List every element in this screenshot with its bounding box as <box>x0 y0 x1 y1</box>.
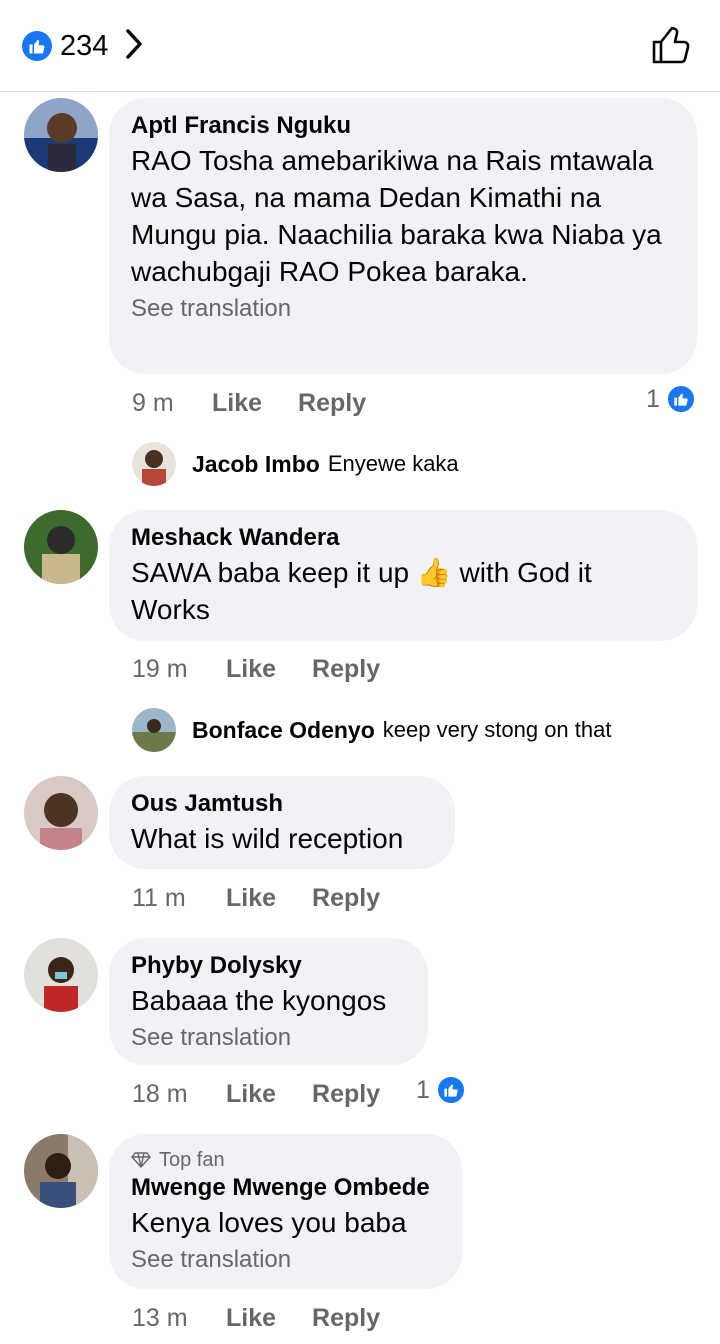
avatar[interactable] <box>132 708 176 752</box>
reaction-count: 234 <box>60 29 109 62</box>
avatar[interactable] <box>24 98 98 172</box>
like-reaction-icon <box>665 384 696 414</box>
reply-button[interactable]: Reply <box>312 655 380 684</box>
avatar[interactable] <box>24 510 98 584</box>
see-translation-link[interactable]: See translation <box>131 292 675 326</box>
reply-button[interactable]: Reply <box>298 389 366 418</box>
see-translation-link[interactable]: See translation <box>131 1021 406 1055</box>
reply-author[interactable]: Bonface Odenyo <box>192 717 375 744</box>
reply-preview[interactable]: Jacob Imbo Enyewe kaka <box>132 441 459 487</box>
avatar[interactable] <box>24 1134 98 1208</box>
comment-bubble: Top fan Mwenge Mwenge Ombede Kenya loves… <box>109 1134 462 1289</box>
top-fan-badge: Top fan <box>131 1148 440 1172</box>
see-translation-link[interactable]: See translation <box>131 1243 440 1277</box>
comment-time: 18 m <box>132 1079 188 1108</box>
comment-author[interactable]: Phyby Dolysky <box>131 950 406 982</box>
avatar[interactable] <box>24 776 98 850</box>
comment-text: SAWA baba keep it up 👍 with God it Works <box>131 557 592 625</box>
reply-author[interactable]: Jacob Imbo <box>192 451 320 478</box>
reply-button[interactable]: Reply <box>312 1304 380 1333</box>
diamond-icon <box>131 1152 151 1168</box>
like-button[interactable]: Like <box>226 884 276 913</box>
comment-text: What is wild reception <box>131 823 404 854</box>
comment-author[interactable]: Meshack Wandera <box>131 522 675 554</box>
like-button[interactable]: Like <box>226 655 276 684</box>
chevron-right-icon <box>124 28 144 65</box>
like-button[interactable]: Like <box>226 1080 276 1109</box>
like-reaction-icon <box>22 31 52 61</box>
reply-button[interactable]: Reply <box>312 884 380 913</box>
comment-time: 11 m <box>132 883 186 912</box>
reactions-summary[interactable]: 234 <box>22 28 144 64</box>
comment-reaction-count[interactable]: 1 <box>416 1075 466 1105</box>
comment-actions: 18 m Like Reply <box>132 1077 416 1111</box>
comment-text: Kenya loves you baba <box>131 1207 407 1238</box>
comment-time: 19 m <box>132 654 188 683</box>
like-reaction-icon <box>435 1075 466 1105</box>
reaction-number: 1 <box>646 384 660 413</box>
comment-author[interactable]: Aptl Francis Nguku <box>131 110 675 142</box>
comment-author[interactable]: Ous Jamtush <box>131 788 433 820</box>
reply-text: Enyewe kaka <box>327 451 459 476</box>
comment-time: 9 m <box>132 388 174 417</box>
comment-actions: 19 m Like Reply <box>132 652 416 686</box>
reactions-header: 234 <box>0 0 720 92</box>
comment-bubble: Ous Jamtush What is wild reception <box>109 776 455 869</box>
reply-text: keep very stong on that <box>382 717 612 742</box>
comment-actions: 11 m Like Reply <box>132 881 416 915</box>
comment-actions: 9 m Like Reply <box>132 386 402 420</box>
comment-text: Babaaa the kyongos <box>131 985 387 1016</box>
comment-text: RAO Tosha amebarikiwa na Rais mtawala wa… <box>131 145 662 287</box>
reply-button[interactable]: Reply <box>312 1080 380 1109</box>
comment-bubble: Meshack Wandera SAWA baba keep it up 👍 w… <box>109 510 697 641</box>
comment-actions: 13 m Like Reply <box>132 1301 416 1335</box>
comment-author[interactable]: Mwenge Mwenge Ombede <box>131 1172 440 1204</box>
like-button[interactable]: Like <box>212 389 262 418</box>
comment-bubble: Aptl Francis Nguku RAO Tosha amebarikiwa… <box>109 98 697 374</box>
comment-reaction-count[interactable]: 1 <box>646 384 696 414</box>
avatar[interactable] <box>24 938 98 1012</box>
reply-preview[interactable]: Bonface Odenyo keep very stong on that <box>132 707 611 753</box>
avatar[interactable] <box>132 442 176 486</box>
like-thumb-icon[interactable] <box>650 24 692 66</box>
like-button[interactable]: Like <box>226 1304 276 1333</box>
reaction-number: 1 <box>416 1075 430 1104</box>
comment-time: 13 m <box>132 1303 188 1332</box>
top-fan-label: Top fan <box>159 1149 225 1171</box>
comment-bubble: Phyby Dolysky Babaaa the kyongos See tra… <box>109 938 428 1065</box>
